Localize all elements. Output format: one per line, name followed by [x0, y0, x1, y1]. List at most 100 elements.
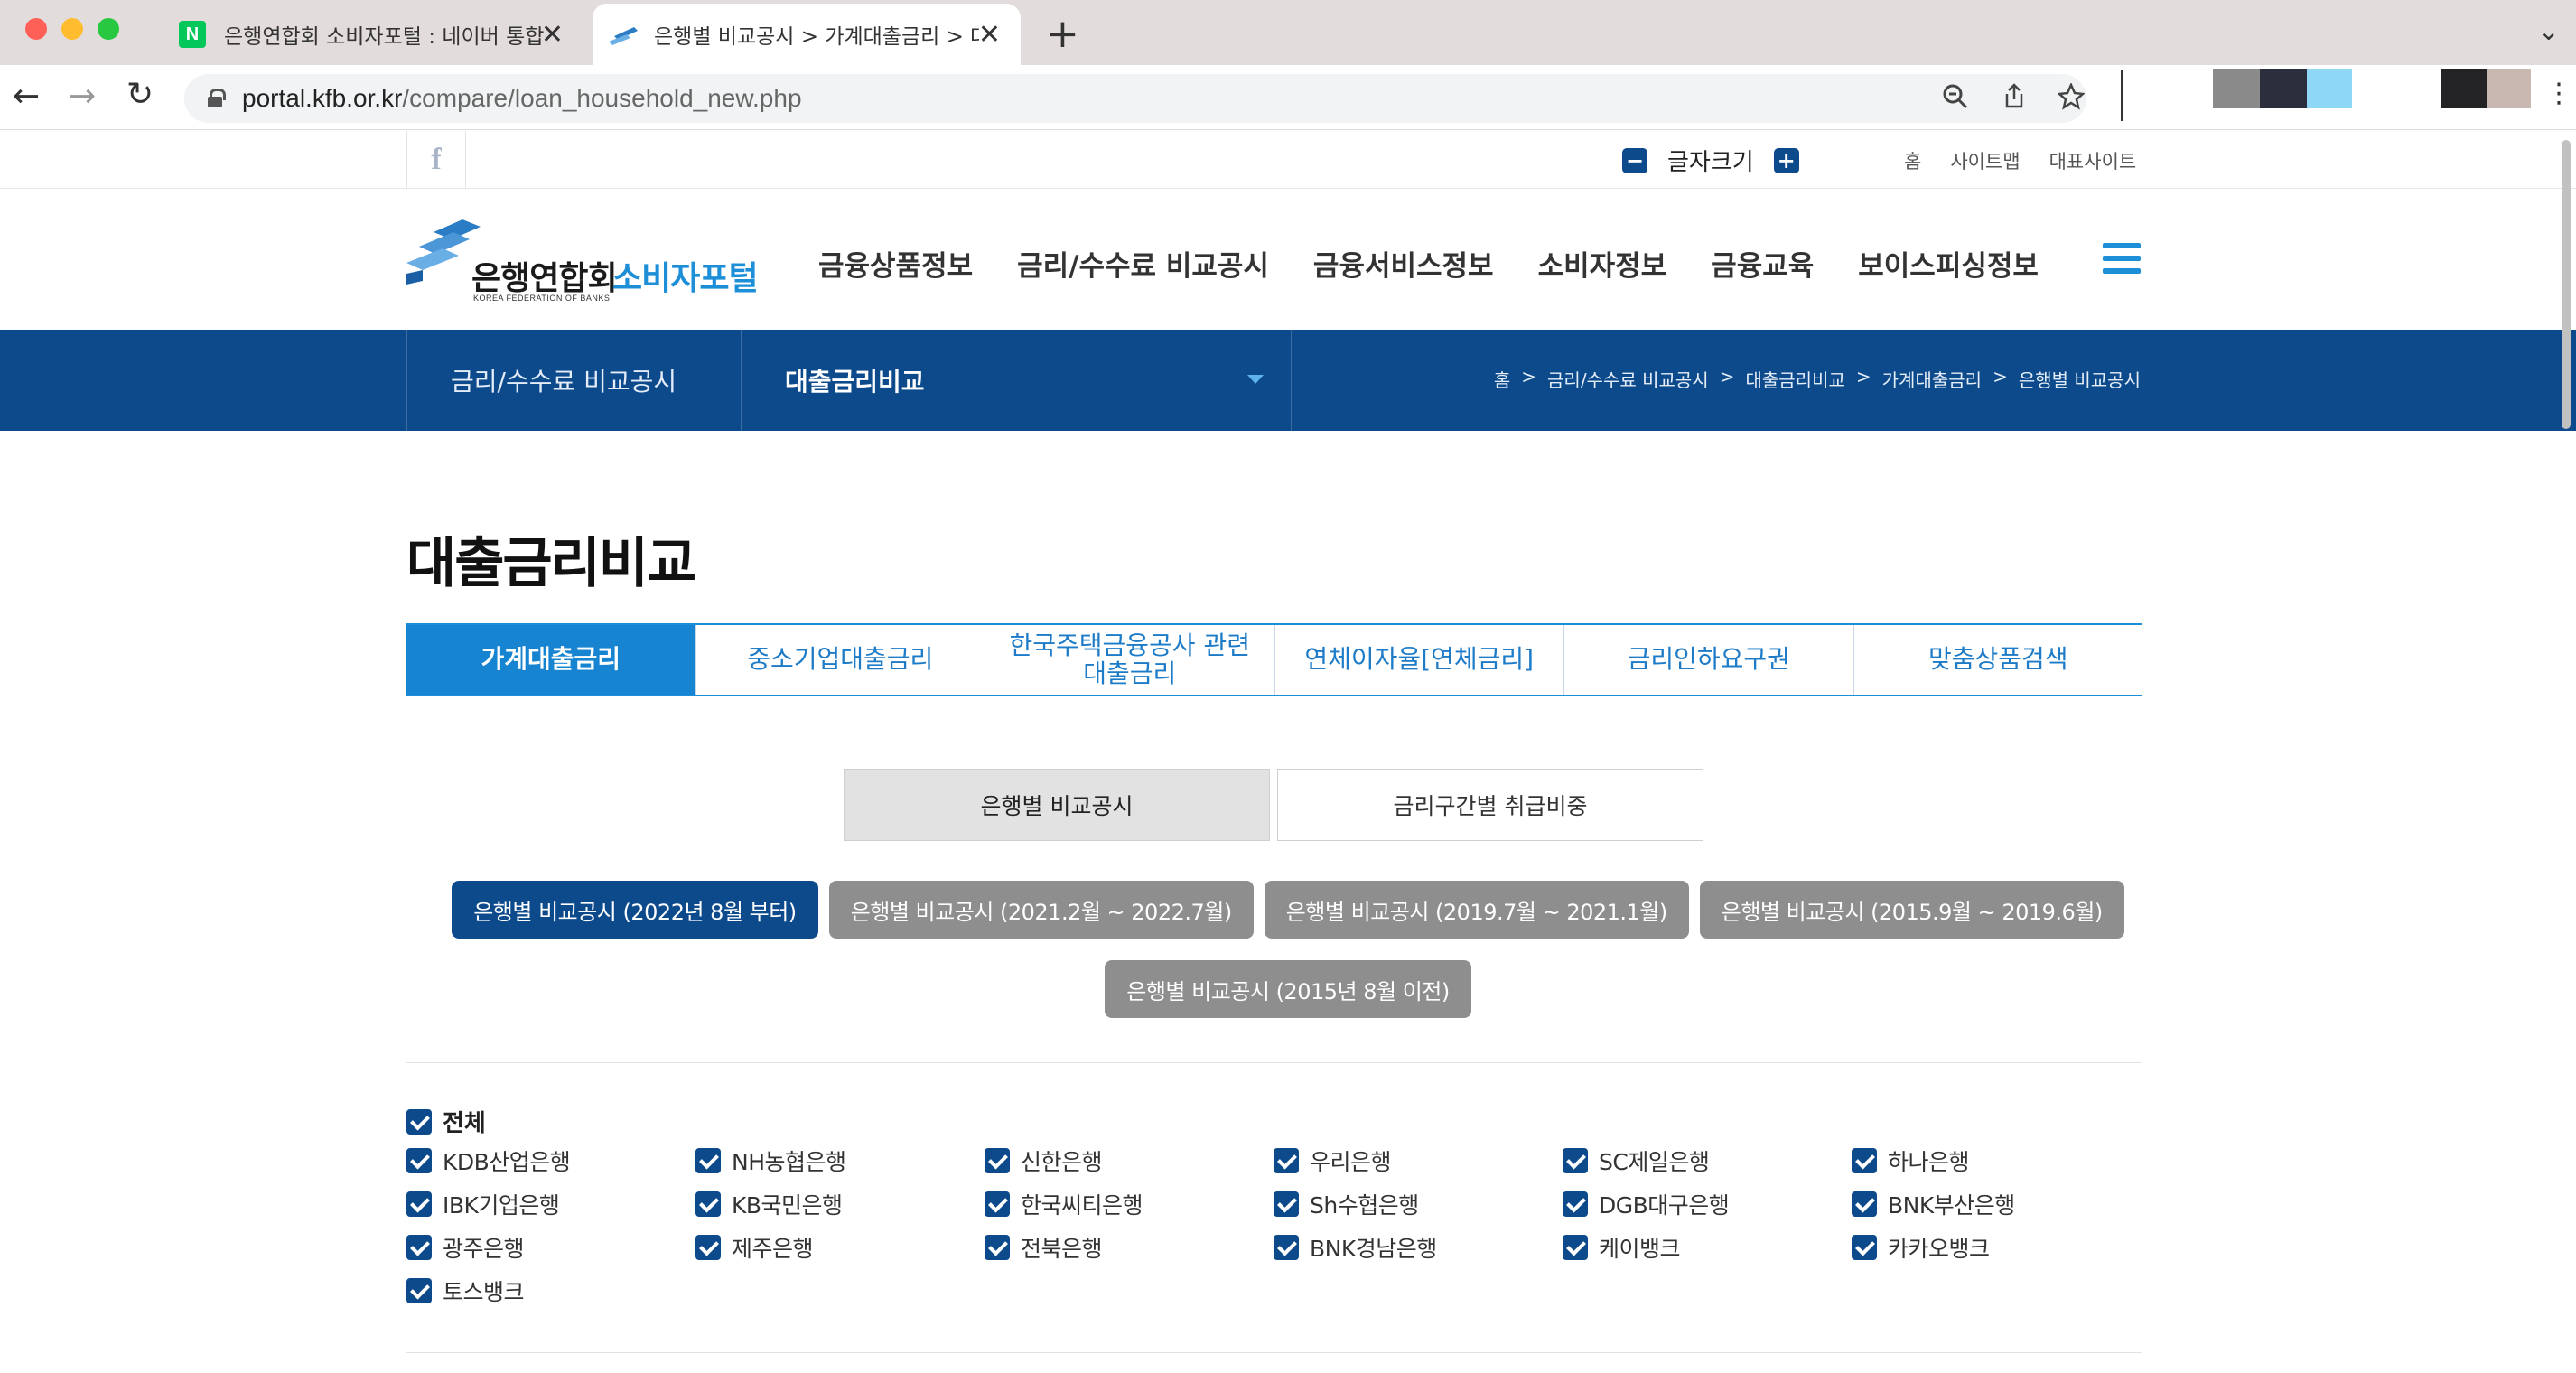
extension-icon[interactable] [2307, 69, 2352, 108]
checkbox-checked-icon[interactable] [985, 1235, 1010, 1260]
profile-avatar[interactable] [2487, 69, 2531, 108]
breadcrumb-item[interactable]: 금리/수수료 비교공시 [1547, 366, 1709, 392]
bank-checkbox[interactable]: IBK기업은행 [406, 1191, 695, 1219]
subtab-by-bank[interactable]: 은행별 비교공시 [844, 769, 1270, 841]
checkbox-checked-icon[interactable] [1274, 1148, 1299, 1173]
tab-sme-loan[interactable]: 중소기업대출금리 [695, 625, 985, 695]
checkbox-checked-icon[interactable] [406, 1235, 432, 1260]
bank-checkbox[interactable]: KDB산업은행 [406, 1148, 695, 1175]
checkbox-checked-icon[interactable] [1274, 1235, 1299, 1260]
period-button[interactable]: 은행별 비교공시 (2021.2월 ~ 2022.7월) [828, 881, 1254, 939]
checkbox-checked-icon[interactable] [1563, 1191, 1588, 1217]
bank-label: 제주은행 [732, 1236, 814, 1262]
period-button[interactable]: 은행별 비교공시 (2015.9월 ~ 2019.6월) [1699, 881, 2124, 939]
tab-rate-cut-right[interactable]: 금리인하요구권 [1563, 625, 1853, 695]
checkbox-checked-icon[interactable] [1852, 1191, 1877, 1217]
bank-checkbox[interactable]: BNK부산은행 [1852, 1191, 2141, 1219]
site-header: 은행연합회 소비자포털 KOREA FEDERATION OF BANKS 금융… [0, 189, 2576, 330]
checkbox-checked-icon[interactable] [1852, 1235, 1877, 1260]
checkbox-checked-icon[interactable] [406, 1191, 432, 1217]
checkbox-checked-icon[interactable] [1274, 1191, 1299, 1217]
bank-checkbox[interactable]: Sh수협은행 [1274, 1191, 1563, 1219]
tab-product-search[interactable]: 맞춤상품검색 [1853, 625, 2143, 695]
bank-checkbox[interactable]: 광주은행 [406, 1235, 695, 1262]
extension-icon[interactable] [2441, 69, 2487, 108]
bank-checkbox[interactable]: 전북은행 [985, 1235, 1274, 1262]
browser-toolbar: ← → ↻ portal.kfb.or.kr/compare/loan_hous… [0, 65, 2576, 130]
checkbox-checked-icon[interactable] [1563, 1235, 1588, 1260]
bank-checkbox[interactable]: 우리은행 [1274, 1148, 1563, 1175]
period-button[interactable]: 은행별 비교공시 (2015년 8월 이전) [1105, 960, 1471, 1018]
period-button[interactable]: 은행별 비교공시 (2019.7월 ~ 2021.1월) [1264, 881, 1689, 939]
back-arrow-icon[interactable]: ← [13, 78, 40, 115]
checkbox-checked-icon[interactable] [406, 1278, 432, 1303]
checkbox-checked-icon[interactable] [1563, 1148, 1588, 1173]
window-maximize-button[interactable] [98, 18, 119, 40]
bank-checkbox[interactable]: 케이뱅크 [1563, 1235, 1852, 1262]
gnb-item-services[interactable]: 금융서비스정보 [1313, 243, 1494, 284]
tab-overdue-rate[interactable]: 연체이자율[연체금리] [1274, 625, 1564, 695]
bank-checkbox[interactable]: 신한은행 [985, 1148, 1274, 1175]
checkbox-checked-icon[interactable] [695, 1148, 721, 1173]
window-close-button[interactable] [25, 18, 47, 40]
subtab-by-rate-range[interactable]: 금리구간별 취급비중 [1277, 769, 1703, 841]
sitemap-link[interactable]: 사이트맵 [1950, 147, 2020, 174]
facebook-icon[interactable]: f [406, 131, 466, 189]
gnb-item-education[interactable]: 금융교육 [1711, 243, 1814, 284]
bank-checkbox[interactable]: 카카오뱅크 [1852, 1235, 2141, 1262]
bank-checkbox[interactable]: SC제일은행 [1563, 1148, 1852, 1175]
reload-icon[interactable]: ↻ [126, 76, 154, 113]
bank-checkbox[interactable]: 하나은행 [1852, 1148, 2141, 1175]
address-bar[interactable]: portal.kfb.or.kr/compare/loan_household_… [184, 74, 2086, 123]
gnb-item-consumer[interactable]: 소비자정보 [1538, 243, 1667, 284]
breadcrumb-home[interactable]: 홈 [1494, 366, 1510, 392]
checkbox-checked-icon[interactable] [406, 1108, 432, 1135]
checkbox-all[interactable]: 전체 [406, 1105, 486, 1138]
share-icon[interactable] [2002, 83, 2027, 117]
gnb-item-rates[interactable]: 금리/수수료 비교공시 [1017, 243, 1269, 284]
breadcrumb-item[interactable]: 대출금리비교 [1745, 366, 1844, 392]
period-button[interactable]: 은행별 비교공시 (2022년 8월 부터) [452, 881, 818, 939]
tab-hf-loan[interactable]: 한국주택금융공사 관련 대출금리 [985, 625, 1274, 695]
breadcrumb-item[interactable]: 가계대출금리 [1882, 366, 1982, 392]
checkbox-checked-icon[interactable] [406, 1148, 432, 1173]
bookmark-star-icon[interactable] [2057, 81, 2086, 117]
font-decrease-button[interactable]: − [1622, 147, 1647, 173]
browser-tab-kfb[interactable]: 은행별 비교공시 > 가계대출금리 > 대 ✕ [593, 4, 1021, 65]
bank-checkbox[interactable]: 제주은행 [695, 1235, 985, 1262]
checkbox-checked-icon[interactable] [695, 1191, 721, 1217]
new-tab-button[interactable]: + [1046, 11, 1079, 57]
gnb-item-phishing[interactable]: 보이스피싱정보 [1858, 243, 2039, 284]
bank-checkbox[interactable]: 토스뱅크 [406, 1278, 695, 1305]
subnav-section[interactable]: 금리/수수료 비교공시 [406, 330, 741, 431]
divider [406, 1062, 2142, 1063]
main-site-link[interactable]: 대표사이트 [2049, 147, 2137, 174]
font-increase-button[interactable]: + [1773, 147, 1799, 173]
window-minimize-button[interactable] [61, 18, 83, 40]
bank-checkbox[interactable]: NH농협은행 [695, 1148, 985, 1175]
checkbox-checked-icon[interactable] [695, 1235, 721, 1260]
extension-icon[interactable] [2260, 69, 2307, 108]
hamburger-menu-icon[interactable] [2103, 243, 2141, 274]
bank-checkbox[interactable]: BNK경남은행 [1274, 1235, 1563, 1262]
browser-menu-icon[interactable]: ⋮ [2545, 78, 2572, 109]
tab-list-chevron-icon[interactable]: ⌄ [2538, 16, 2559, 46]
forward-arrow-icon[interactable]: → [69, 78, 96, 115]
site-logo[interactable]: 은행연합회 소비자포털 KOREA FEDERATION OF BANKS [406, 216, 768, 306]
checkbox-checked-icon[interactable] [1852, 1148, 1877, 1173]
checkbox-checked-icon[interactable] [985, 1148, 1010, 1173]
tab-close-icon[interactable]: ✕ [978, 19, 1001, 51]
subnav-current-dropdown[interactable]: 대출금리비교 [741, 330, 1292, 431]
zoom-icon[interactable] [1942, 83, 1969, 117]
home-link[interactable]: 홈 [1904, 147, 1921, 174]
extension-icon[interactable] [2213, 69, 2260, 108]
tab-household-loan[interactable]: 가계대출금리 [406, 625, 695, 695]
checkbox-checked-icon[interactable] [985, 1191, 1010, 1217]
bank-checkbox[interactable]: KB국민은행 [695, 1191, 985, 1219]
tab-close-icon[interactable]: ✕ [541, 19, 564, 51]
browser-tab-naver[interactable]: N 은행연합회 소비자포털 : 네이버 통합 ✕ [168, 4, 583, 65]
gnb-item-products[interactable]: 금융상품정보 [818, 243, 973, 284]
page-scrollbar[interactable] [2562, 140, 2571, 429]
bank-checkbox[interactable]: DGB대구은행 [1563, 1191, 1852, 1219]
bank-checkbox[interactable]: 한국씨티은행 [985, 1191, 1274, 1219]
